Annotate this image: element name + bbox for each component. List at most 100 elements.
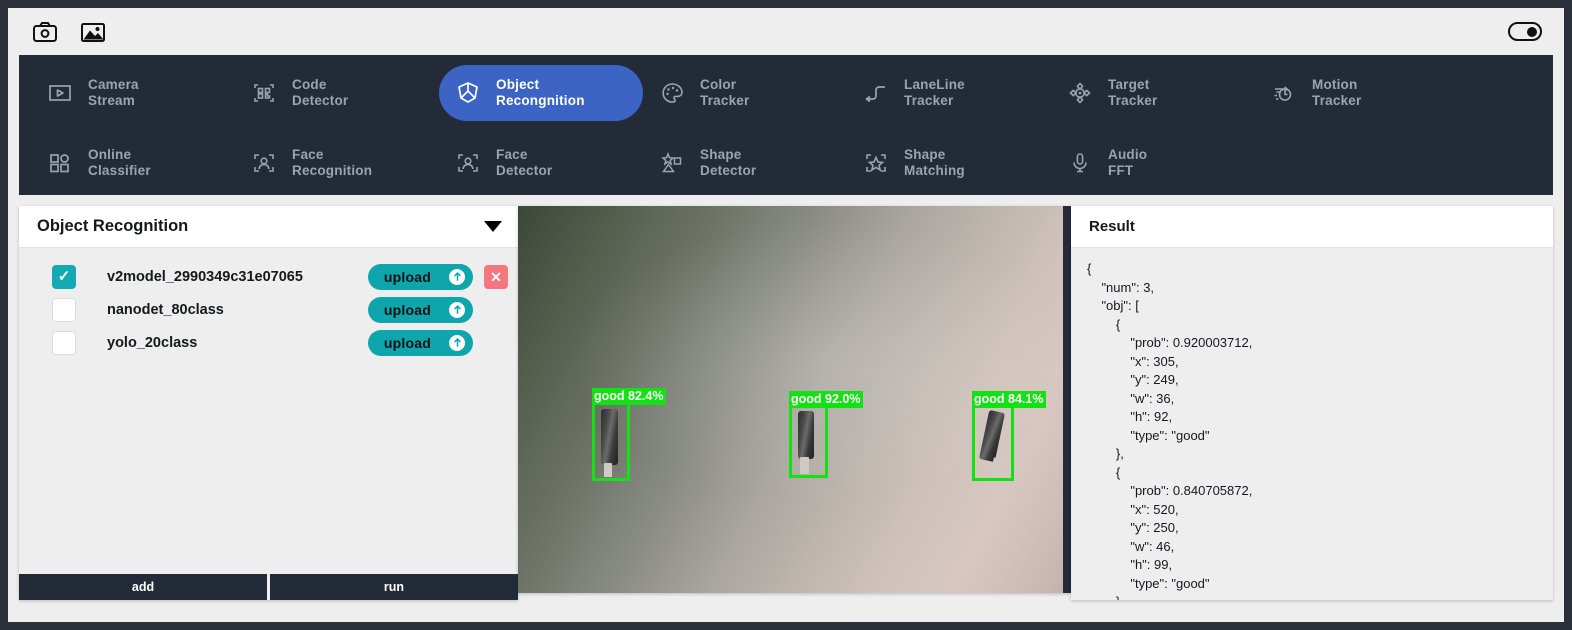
camera-stream-icon <box>45 78 75 108</box>
preview-scrollbar[interactable] <box>1063 206 1071 593</box>
mode-label-line2: Tracker <box>1108 93 1158 108</box>
mode-label-line2: Detector <box>292 93 349 108</box>
mode-label-line1: Face <box>292 147 324 162</box>
upload-button[interactable]: upload <box>367 263 473 290</box>
model-checkbox[interactable] <box>52 330 76 355</box>
mode-face-recognition[interactable]: Face Recognition <box>235 135 439 191</box>
qr-code-icon <box>249 78 279 108</box>
mode-label: Target Tracker <box>1108 77 1157 109</box>
mode-label: Color Tracker <box>700 77 749 109</box>
upload-button[interactable]: upload <box>367 329 473 356</box>
cube-icon <box>453 78 483 108</box>
detection-label: good 92.0% <box>789 391 864 408</box>
mode-shape-detector[interactable]: Shape Detector <box>643 135 847 191</box>
object-screw <box>798 411 814 459</box>
grid-shapes-icon <box>45 148 75 178</box>
detection-label: good 82.4% <box>592 388 667 405</box>
mode-label-line1: Audio <box>1108 147 1148 162</box>
mode-label-line1: Code <box>292 77 327 92</box>
laneline-icon <box>861 78 891 108</box>
panel-title: Object Recognition <box>37 217 189 235</box>
mode-object-recongnition[interactable]: Object Recongnition <box>439 65 643 121</box>
mode-label: Shape Detector <box>700 147 756 179</box>
model-checkbox[interactable] <box>52 297 76 322</box>
mode-label-line2: FFT <box>1108 163 1134 178</box>
main-area: Object Recognition ✓ v2model_2990349c31e… <box>19 195 1553 610</box>
object-tip <box>990 457 1003 476</box>
result-panel: Result { "num": 3, "obj": [ { "prob": 0.… <box>1071 206 1553 600</box>
mode-label-line2: Matching <box>904 163 965 178</box>
app-window: Camera Stream Code Detector Object Recongni… <box>8 8 1564 622</box>
result-title: Result <box>1089 218 1135 235</box>
add-button[interactable]: add <box>19 574 267 600</box>
detection-label: good 84.1% <box>972 391 1047 408</box>
mode-audio-fft[interactable]: Audio FFT <box>1051 135 1255 191</box>
upload-button-label: upload <box>383 268 431 285</box>
object-recognition-panel: Object Recognition ✓ v2model_2990349c31e… <box>19 206 518 600</box>
result-json: { "num": 3, "obj": [ { "prob": 0.9200037… <box>1087 261 1253 600</box>
detection-box: good 82.4% <box>592 388 667 481</box>
mode-label-line1: Shape <box>700 147 742 162</box>
mode-label-line2: Recongnition <box>496 93 585 108</box>
mode-label-line2: Detector <box>496 163 553 178</box>
mode-motion-tracker[interactable]: Motion Tracker <box>1255 65 1459 121</box>
mode-online-classifier[interactable]: Online Classifier <box>31 135 235 191</box>
mode-label-line2: Tracker <box>904 93 954 108</box>
panel-header: Object Recognition <box>19 206 518 248</box>
result-body[interactable]: { "num": 3, "obj": [ { "prob": 0.9200037… <box>1071 248 1553 600</box>
mode-label-line1: Target <box>1108 77 1150 92</box>
model-checkbox[interactable]: ✓ <box>52 264 76 289</box>
mode-label: Motion Tracker <box>1312 77 1361 109</box>
power-toggle-switch[interactable] <box>1508 22 1542 41</box>
mode-grid: Camera Stream Code Detector Object Recongni… <box>19 55 1553 195</box>
camera-icon[interactable] <box>30 18 60 46</box>
object-screw <box>601 409 618 465</box>
mode-target-tracker[interactable]: Target Tracker <box>1051 65 1255 121</box>
mode-shape-matching[interactable]: Shape Matching <box>847 135 1051 191</box>
mode-row-1: Camera Stream Code Detector Object Recongni… <box>31 65 1541 121</box>
star-scan-icon <box>861 148 891 178</box>
mode-code-detector[interactable]: Code Detector <box>235 65 439 121</box>
panel-footer: add run <box>19 574 518 600</box>
model-list: ✓ v2model_2990349c31e07065 upload ✕ nano… <box>19 248 518 359</box>
chevron-down-icon[interactable] <box>484 221 502 232</box>
mode-label-line2: Detector <box>700 163 757 178</box>
motion-icon <box>1269 78 1299 108</box>
face-scan-icon <box>249 148 279 178</box>
mode-label-line2: Recognition <box>292 163 373 178</box>
upload-button-label: upload <box>383 334 431 351</box>
mode-label-line1: LaneLine <box>904 77 965 92</box>
mode-label-line1: Face <box>496 147 528 162</box>
palette-icon <box>657 78 687 108</box>
run-button[interactable]: run <box>270 574 518 600</box>
mode-color-tracker[interactable]: Color Tracker <box>643 65 847 121</box>
delete-model-button[interactable]: ✕ <box>484 264 508 289</box>
mode-label: LaneLine Tracker <box>904 77 965 109</box>
upload-button[interactable]: upload <box>367 296 473 323</box>
top-toolbar <box>8 8 1564 55</box>
camera-preview[interactable]: good 82.4% good 92.0% good 84.1% <box>518 206 1071 593</box>
object-tip <box>604 463 612 477</box>
mode-laneline-tracker[interactable]: LaneLine Tracker <box>847 65 1051 121</box>
list-item: nanodet_80class upload <box>29 293 508 326</box>
object-tip <box>800 457 809 474</box>
image-icon[interactable] <box>78 18 108 46</box>
mode-label-line2: Tracker <box>1312 93 1362 108</box>
model-name: nanodet_80class <box>107 301 224 318</box>
toolbar-icon-group <box>30 18 108 46</box>
mode-camera-stream[interactable]: Camera Stream <box>31 65 235 121</box>
shapes-icon <box>657 148 687 178</box>
list-item: ✓ v2model_2990349c31e07065 upload ✕ <box>29 260 508 293</box>
mode-label: Object Recongnition <box>496 77 585 109</box>
mode-label-line1: Motion <box>1312 77 1358 92</box>
mode-face-detector[interactable]: Face Detector <box>439 135 643 191</box>
detection-box: good 84.1% <box>972 391 1047 481</box>
mode-label: Code Detector <box>292 77 348 109</box>
mode-label: Online Classifier <box>88 147 151 179</box>
mode-label: Face Detector <box>496 147 552 179</box>
upload-button-label: upload <box>383 301 431 318</box>
mode-label: Face Recognition <box>292 147 372 179</box>
microphone-icon <box>1065 148 1095 178</box>
detection-box: good 92.0% <box>789 391 864 478</box>
mode-label-line2: Stream <box>88 93 135 108</box>
